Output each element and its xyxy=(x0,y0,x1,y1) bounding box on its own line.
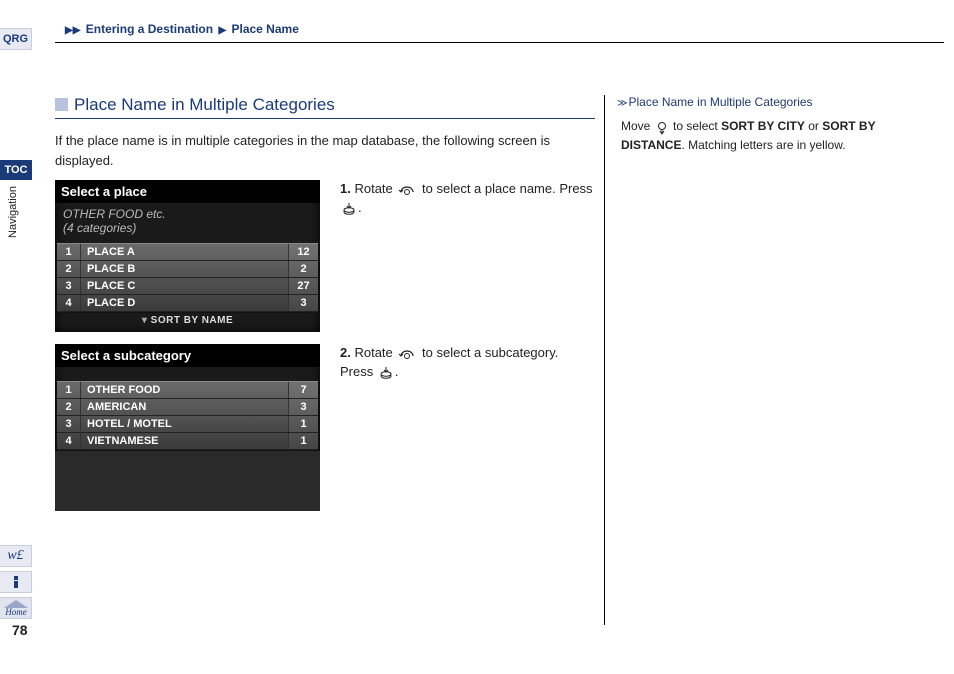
page-number: 78 xyxy=(12,622,28,638)
sidebar-body: Move to select SORT BY CITY or SORT BY D… xyxy=(617,117,894,154)
step-2-text: 2. Rotate to select a subcategory. Press… xyxy=(340,344,595,382)
device-screenshot-2: Select a subcategory 1OTHER FOOD7 2AMERI… xyxy=(55,344,320,511)
chevron-icon: ≫ xyxy=(617,98,624,109)
list-item: 2PLACE B2 xyxy=(57,261,318,278)
voice-icon[interactable]: w£ xyxy=(0,545,32,567)
svg-text:Home: Home xyxy=(4,607,27,617)
list-item: 3HOTEL / MOTEL1 xyxy=(57,416,318,433)
breadcrumb-level2[interactable]: Place Name xyxy=(231,22,298,36)
press-dial-icon xyxy=(342,199,356,218)
rotate-dial-icon xyxy=(398,180,416,199)
list-item: 1PLACE A12 xyxy=(57,244,318,261)
divider xyxy=(55,42,944,43)
arrow-icon: ▶ xyxy=(218,25,226,36)
move-down-icon xyxy=(656,118,668,136)
device-screenshot-1: Select a place OTHER FOOD etc. (4 catego… xyxy=(55,180,320,332)
rotate-dial-icon xyxy=(398,344,416,363)
intro-text: If the place name is in multiple categor… xyxy=(55,131,595,170)
info-icon[interactable] xyxy=(0,571,32,593)
list-item: 4PLACE D3 xyxy=(57,295,318,312)
sidebar-heading: ≫Place Name in Multiple Categories xyxy=(617,95,894,109)
list-item: 2AMERICAN3 xyxy=(57,399,318,416)
toc-tab[interactable]: TOC xyxy=(0,160,32,180)
list-item: 1OTHER FOOD7 xyxy=(57,382,318,399)
nav-section-label: Navigation xyxy=(7,186,19,238)
screen-title: Select a place xyxy=(55,180,320,203)
home-icon[interactable]: Home xyxy=(0,597,32,619)
screen-footer: SORT BY NAME xyxy=(55,313,320,332)
screen-title: Select a subcategory xyxy=(55,344,320,367)
press-dial-icon xyxy=(379,363,393,382)
qrg-tab[interactable]: QRG xyxy=(0,28,32,50)
breadcrumb: ▶▶ Entering a Destination ▶ Place Name xyxy=(63,22,299,36)
square-bullet-icon xyxy=(55,98,68,111)
list-item: 3PLACE C27 xyxy=(57,278,318,295)
screen-subtitle-1: OTHER FOOD etc. xyxy=(63,207,312,221)
sort-by-city-label: SORT BY CITY xyxy=(721,119,805,133)
breadcrumb-level1[interactable]: Entering a Destination xyxy=(86,22,213,36)
list-item: 4VIETNAMESE1 xyxy=(57,433,318,450)
screen-subtitle-2: (4 categories) xyxy=(63,221,312,235)
section-title: Place Name in Multiple Categories xyxy=(55,95,595,119)
step-1-text: 1. Rotate to select a place name. Press … xyxy=(340,180,595,218)
arrow-icon: ▶▶ xyxy=(65,25,80,36)
